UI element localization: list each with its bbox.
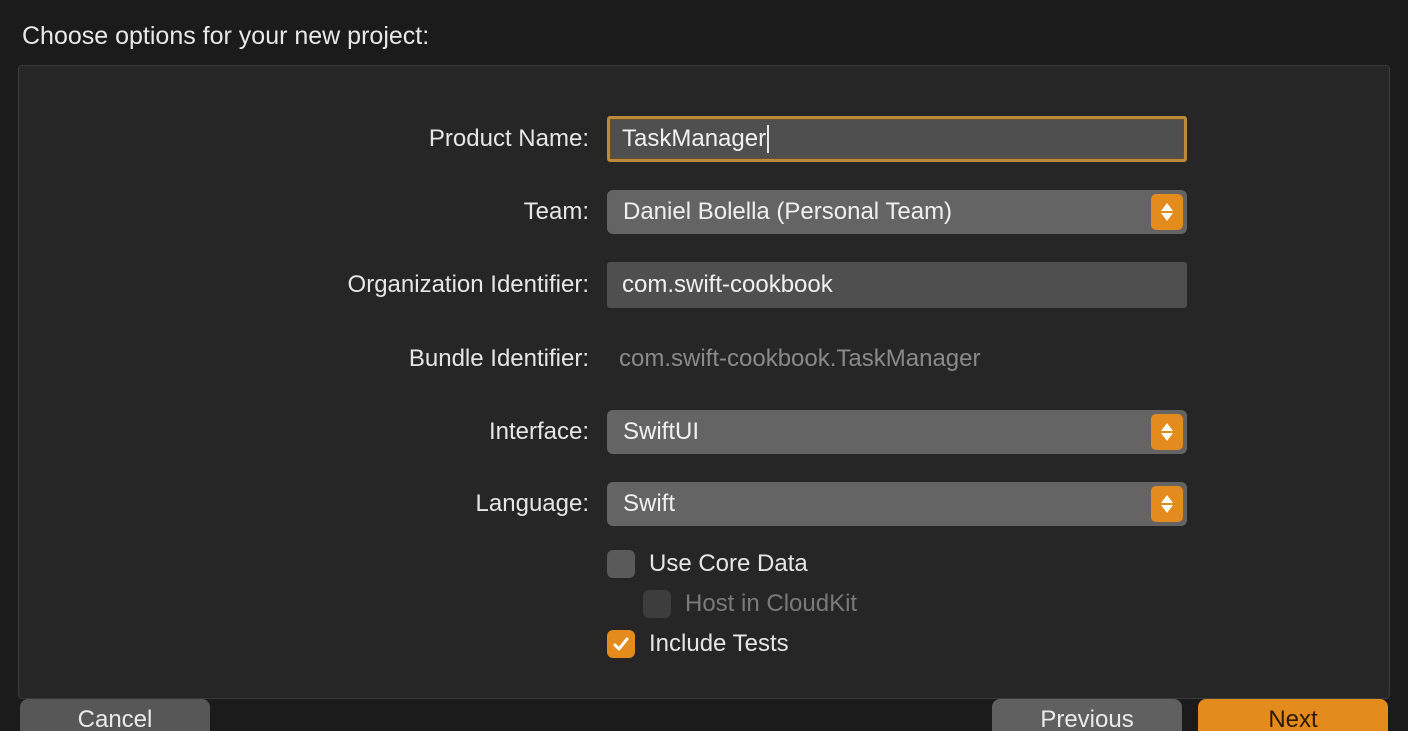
new-project-options-dialog: Choose options for your new project: Pro… (0, 0, 1408, 731)
options-form: Product Name: TaskManager Team: Daniel B… (59, 116, 1349, 658)
org-id-label: Organization Identifier: (59, 271, 589, 299)
dialog-footer: Cancel Previous Next (18, 699, 1390, 731)
org-id-value: com.swift-cookbook (622, 271, 833, 299)
include-tests-row: Include Tests (607, 630, 1187, 658)
team-value: Daniel Bolella (Personal Team) (623, 198, 952, 226)
core-data-label: Use Core Data (649, 550, 808, 578)
include-tests-label: Include Tests (649, 630, 789, 658)
checkbox-group: Use Core Data Host in CloudKit Include T… (607, 550, 1187, 658)
team-select[interactable]: Daniel Bolella (Personal Team) (607, 190, 1187, 234)
language-label: Language: (59, 490, 589, 518)
include-tests-checkbox[interactable] (607, 630, 635, 658)
dialog-title: Choose options for your new project: (22, 22, 1390, 51)
updown-icon (1151, 486, 1183, 522)
bundle-id-label: Bundle Identifier: (59, 345, 589, 373)
interface-select[interactable]: SwiftUI (607, 410, 1187, 454)
previous-button[interactable]: Previous (992, 699, 1182, 731)
updown-icon (1151, 194, 1183, 230)
cloudkit-row: Host in CloudKit (643, 590, 1187, 618)
bundle-id-value: com.swift-cookbook.TaskManager (607, 336, 1187, 382)
core-data-checkbox[interactable] (607, 550, 635, 578)
product-name-field[interactable]: TaskManager (607, 116, 1187, 162)
product-name-label: Product Name: (59, 125, 589, 153)
options-panel: Product Name: TaskManager Team: Daniel B… (18, 65, 1390, 699)
language-select[interactable]: Swift (607, 482, 1187, 526)
core-data-row: Use Core Data (607, 550, 1187, 578)
cloudkit-label: Host in CloudKit (685, 590, 857, 618)
interface-label: Interface: (59, 418, 589, 446)
text-cursor (767, 125, 769, 153)
product-name-value: TaskManager (622, 125, 766, 153)
team-label: Team: (59, 198, 589, 226)
updown-icon (1151, 414, 1183, 450)
cloudkit-checkbox (643, 590, 671, 618)
next-button[interactable]: Next (1198, 699, 1388, 731)
interface-value: SwiftUI (623, 418, 699, 446)
language-value: Swift (623, 490, 675, 518)
org-id-field[interactable]: com.swift-cookbook (607, 262, 1187, 308)
cancel-button[interactable]: Cancel (20, 699, 210, 731)
checkmark-icon (612, 635, 630, 653)
